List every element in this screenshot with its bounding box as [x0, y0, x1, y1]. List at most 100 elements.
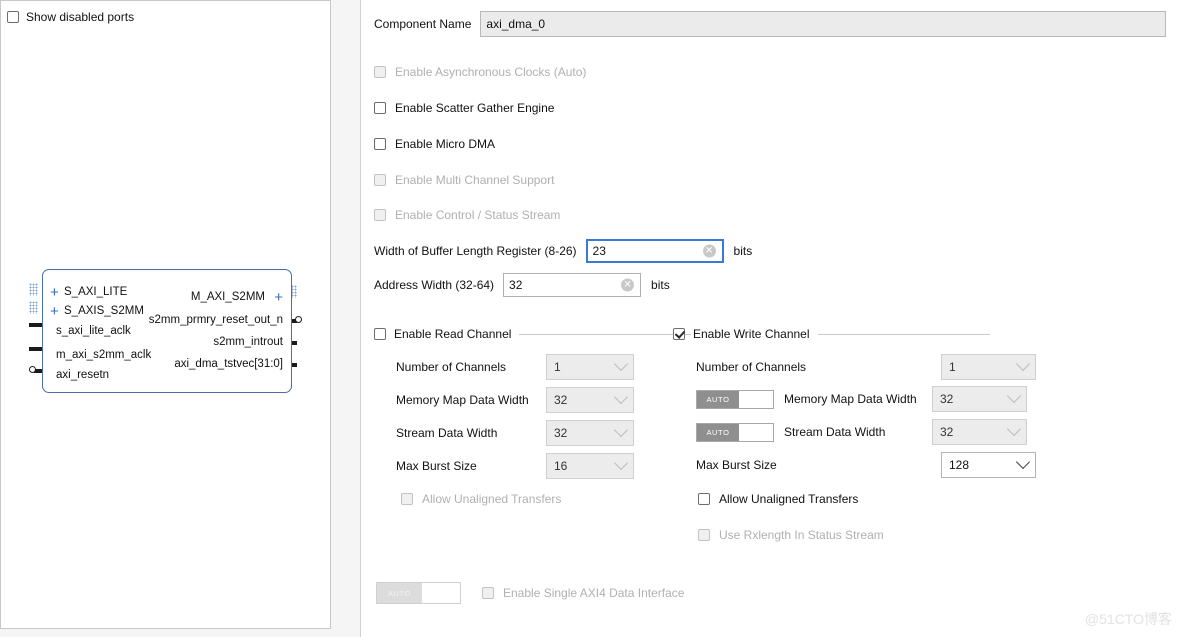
write-number-of-channels-value: 1 — [949, 360, 956, 374]
enable-micro-dma-label: Enable Micro DMA — [395, 137, 496, 151]
show-disabled-ports-checkbox[interactable] — [7, 11, 19, 23]
read-max-burst-size-label: Max Burst Size — [396, 459, 477, 473]
auto-toggle-knob-label: AUTO — [697, 423, 739, 441]
enable-multi-channel-checkbox — [374, 174, 386, 186]
write-stream-data-width-dropdown[interactable]: 32 — [932, 419, 1027, 445]
read-max-burst-size-value: 16 — [554, 459, 568, 473]
address-width-label: Address Width (32-64) — [374, 278, 495, 292]
watermark: @51CTO博客 — [1084, 611, 1172, 627]
auto-toggle-knob-label: AUTO — [697, 390, 739, 408]
enable-single-axi4-label: Enable Single AXI4 Data Interface — [503, 586, 685, 600]
buffer-length-width-units: bits — [733, 244, 753, 258]
show-disabled-ports-row[interactable]: Show disabled ports — [7, 10, 134, 24]
write-max-burst-size-value: 128 — [949, 458, 970, 472]
option-row-async-clocks[interactable]: Enable Asynchronous Clocks (Auto) — [374, 65, 586, 79]
address-width-value: 32 — [509, 278, 523, 292]
read-stream-data-width-dropdown[interactable]: 32 — [546, 420, 634, 446]
read-number-of-channels-dropdown[interactable]: 1 — [546, 354, 634, 380]
read-allow-unaligned-checkbox — [401, 493, 413, 505]
write-stream-data-width-label: Stream Data Width — [784, 425, 886, 439]
option-row-scatter-gather[interactable]: Enable Scatter Gather Engine — [374, 101, 554, 115]
enable-async-clocks-label: Enable Asynchronous Clocks (Auto) — [395, 65, 587, 79]
enable-read-channel-label: Enable Read Channel — [394, 327, 512, 341]
chevron-down-icon — [613, 422, 629, 438]
read-memory-map-data-width-label: Memory Map Data Width — [396, 393, 529, 407]
pin-clock-s-axi-lite-aclk — [29, 323, 42, 327]
write-max-burst-size-dropdown[interactable]: 128 — [941, 452, 1036, 478]
pin-bus-s-axi-lite — [29, 283, 38, 296]
chevron-down-icon — [1006, 421, 1022, 437]
enable-write-channel-checkbox[interactable] — [673, 328, 685, 340]
port-label-s2mm-prmry-reset-out-n: s2mm_prmry_reset_out_n — [148, 314, 283, 326]
configuration-panel: Component Name Enable Asynchronous Clock… — [360, 0, 1184, 637]
option-row-micro-dma[interactable]: Enable Micro DMA — [374, 137, 495, 151]
write-use-rxlength-checkbox — [698, 529, 710, 541]
address-width-input[interactable]: 32 ✕ — [503, 273, 642, 297]
component-name-label: Component Name — [374, 17, 472, 31]
read-stream-data-width-row: Stream Data Width 32 — [396, 420, 634, 446]
show-disabled-ports-label: Show disabled ports — [26, 10, 135, 24]
read-stream-data-width-label: Stream Data Width — [396, 426, 498, 440]
port-preview-panel: Show disabled ports + S_AXI_LITE + S_AXI… — [0, 0, 331, 629]
enable-scatter-gather-checkbox[interactable] — [374, 102, 386, 114]
chevron-down-icon — [613, 389, 629, 405]
read-number-of-channels-label: Number of Channels — [396, 360, 507, 374]
write-allow-unaligned-checkbox[interactable] — [698, 493, 710, 505]
option-row-control-status-stream[interactable]: Enable Control / Status Stream — [374, 208, 560, 222]
enable-control-status-stream-label: Enable Control / Status Stream — [395, 208, 561, 222]
expand-icon-m-axi-s2mm[interactable]: + — [274, 290, 283, 305]
pin-clock-m-axi-s2mm-aclk — [29, 347, 42, 351]
auto-toggle-stream-data-width[interactable]: AUTO — [696, 422, 774, 442]
read-allow-unaligned-row[interactable]: Allow Unaligned Transfers — [401, 492, 561, 506]
single-axi4-row: AUTO Enable Single AXI4 Data Interface — [376, 582, 684, 604]
write-stream-data-width-value: 32 — [940, 425, 954, 439]
chevron-down-icon — [1015, 454, 1031, 470]
write-allow-unaligned-row[interactable]: Allow Unaligned Transfers — [698, 492, 858, 506]
pin-bus-s-axis-s2mm — [29, 301, 38, 314]
write-number-of-channels-dropdown[interactable]: 1 — [941, 354, 1036, 380]
read-memory-map-data-width-dropdown[interactable]: 32 — [546, 387, 634, 413]
write-use-rxlength-label: Use Rxlength In Status Stream — [719, 528, 884, 542]
port-label-s-axi-lite: S_AXI_LITE — [64, 286, 128, 298]
read-memory-map-data-width-row: Memory Map Data Width 32 — [396, 387, 634, 413]
write-number-of-channels-row: Number of Channels 1 — [696, 354, 1036, 380]
buffer-length-width-label: Width of Buffer Length Register (8-26) — [374, 244, 577, 258]
port-label-m-axi-s2mm-aclk: m_axi_s2mm_aclk — [56, 349, 152, 361]
write-use-rxlength-row[interactable]: Use Rxlength In Status Stream — [698, 528, 884, 542]
expand-icon-s-axi-lite[interactable]: + — [50, 285, 59, 300]
port-label-s2mm-introut: s2mm_introut — [213, 336, 283, 348]
write-memory-map-data-width-dropdown[interactable]: 32 — [932, 386, 1027, 412]
write-max-burst-size-row: Max Burst Size 128 — [696, 452, 1036, 478]
expand-icon-s-axis-s2mm[interactable]: + — [50, 304, 59, 319]
buffer-length-width-value: 23 — [592, 244, 606, 258]
option-row-multi-channel[interactable]: Enable Multi Channel Support — [374, 173, 554, 187]
read-max-burst-size-row: Max Burst Size 16 — [396, 453, 634, 479]
port-label-axi-resetn: axi_resetn — [56, 369, 110, 381]
read-number-of-channels-row: Number of Channels 1 — [396, 354, 634, 380]
enable-write-channel-label: Enable Write Channel — [693, 327, 810, 341]
read-channel-divider — [519, 333, 692, 335]
component-name-input[interactable] — [480, 11, 1167, 37]
chevron-down-icon — [613, 455, 629, 471]
clear-icon-buffer-length[interactable]: ✕ — [702, 244, 716, 258]
write-memory-map-data-width-row: AUTO Memory Map Data Width 32 — [696, 386, 1027, 412]
auto-toggle-knob-label: AUTO — [377, 583, 422, 603]
read-memory-map-data-width-value: 32 — [554, 393, 568, 407]
write-memory-map-data-width-value: 32 — [940, 392, 954, 406]
enable-scatter-gather-label: Enable Scatter Gather Engine — [395, 101, 555, 115]
write-max-burst-size-label: Max Burst Size — [696, 458, 777, 472]
read-channel-header[interactable]: Enable Read Channel — [374, 327, 692, 341]
buffer-length-width-input[interactable]: 23 ✕ — [585, 239, 724, 263]
read-allow-unaligned-label: Allow Unaligned Transfers — [422, 492, 562, 506]
clear-icon-address-width[interactable]: ✕ — [621, 278, 635, 292]
address-width-units: bits — [651, 278, 670, 292]
write-allow-unaligned-label: Allow Unaligned Transfers — [719, 492, 859, 506]
enable-read-channel-checkbox[interactable] — [374, 328, 386, 340]
write-channel-divider — [817, 333, 990, 335]
port-label-axi-dma-tstvec: axi_dma_tstvec[31:0] — [174, 358, 283, 370]
write-channel-header[interactable]: Enable Write Channel — [673, 327, 990, 341]
auto-toggle-memory-map-data-width[interactable]: AUTO — [696, 389, 774, 409]
read-max-burst-size-dropdown[interactable]: 16 — [546, 453, 634, 479]
auto-toggle-single-axi4: AUTO — [376, 582, 461, 604]
enable-micro-dma-checkbox[interactable] — [374, 138, 386, 150]
